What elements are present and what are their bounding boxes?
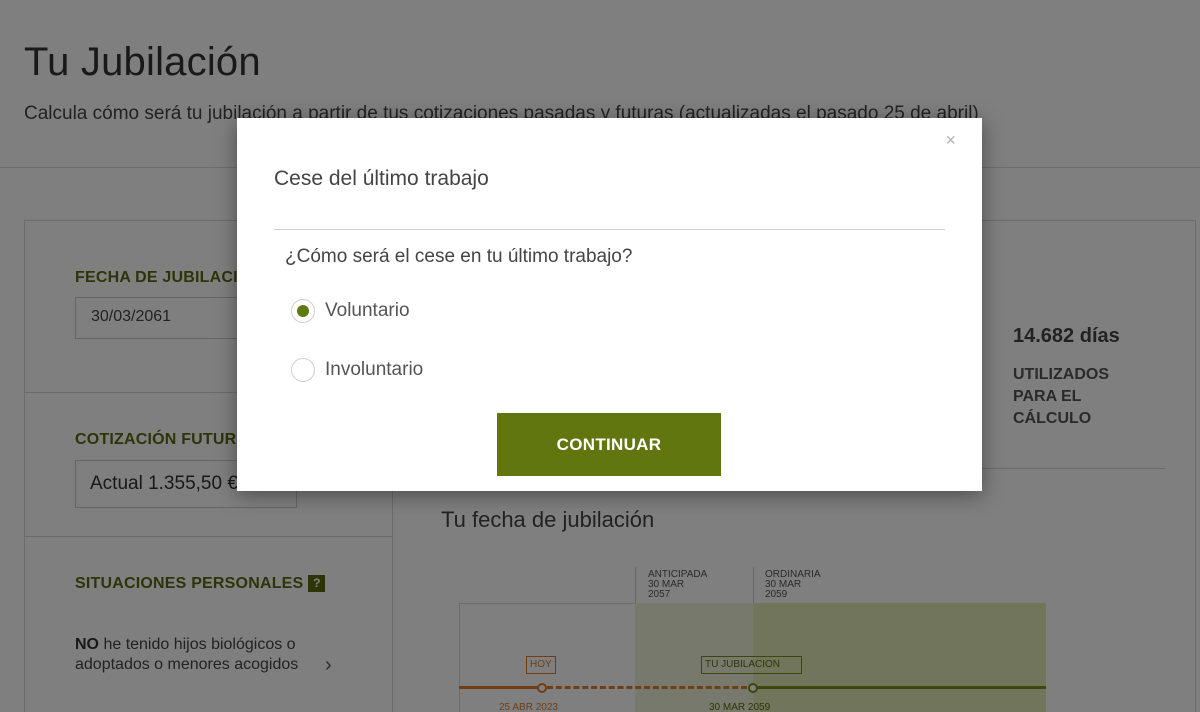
modal-question: ¿Cómo será el cese en tu último trabajo? [285, 246, 633, 267]
modal-title: Cese del último trabajo [274, 167, 489, 190]
radio-voluntario[interactable] [291, 299, 315, 323]
radio-option-involuntario[interactable]: Involuntario [291, 358, 423, 382]
radio-involuntario[interactable] [291, 358, 315, 382]
radio-label-voluntario: Voluntario [325, 300, 410, 321]
radio-option-voluntario[interactable]: Voluntario [291, 299, 410, 323]
cese-modal: × Cese del último trabajo ¿Cómo será el … [237, 118, 982, 491]
continue-button[interactable]: CONTINUAR [497, 413, 721, 476]
radio-label-involuntario: Involuntario [325, 359, 424, 380]
close-icon[interactable]: × [945, 130, 956, 150]
modal-divider [274, 229, 945, 230]
